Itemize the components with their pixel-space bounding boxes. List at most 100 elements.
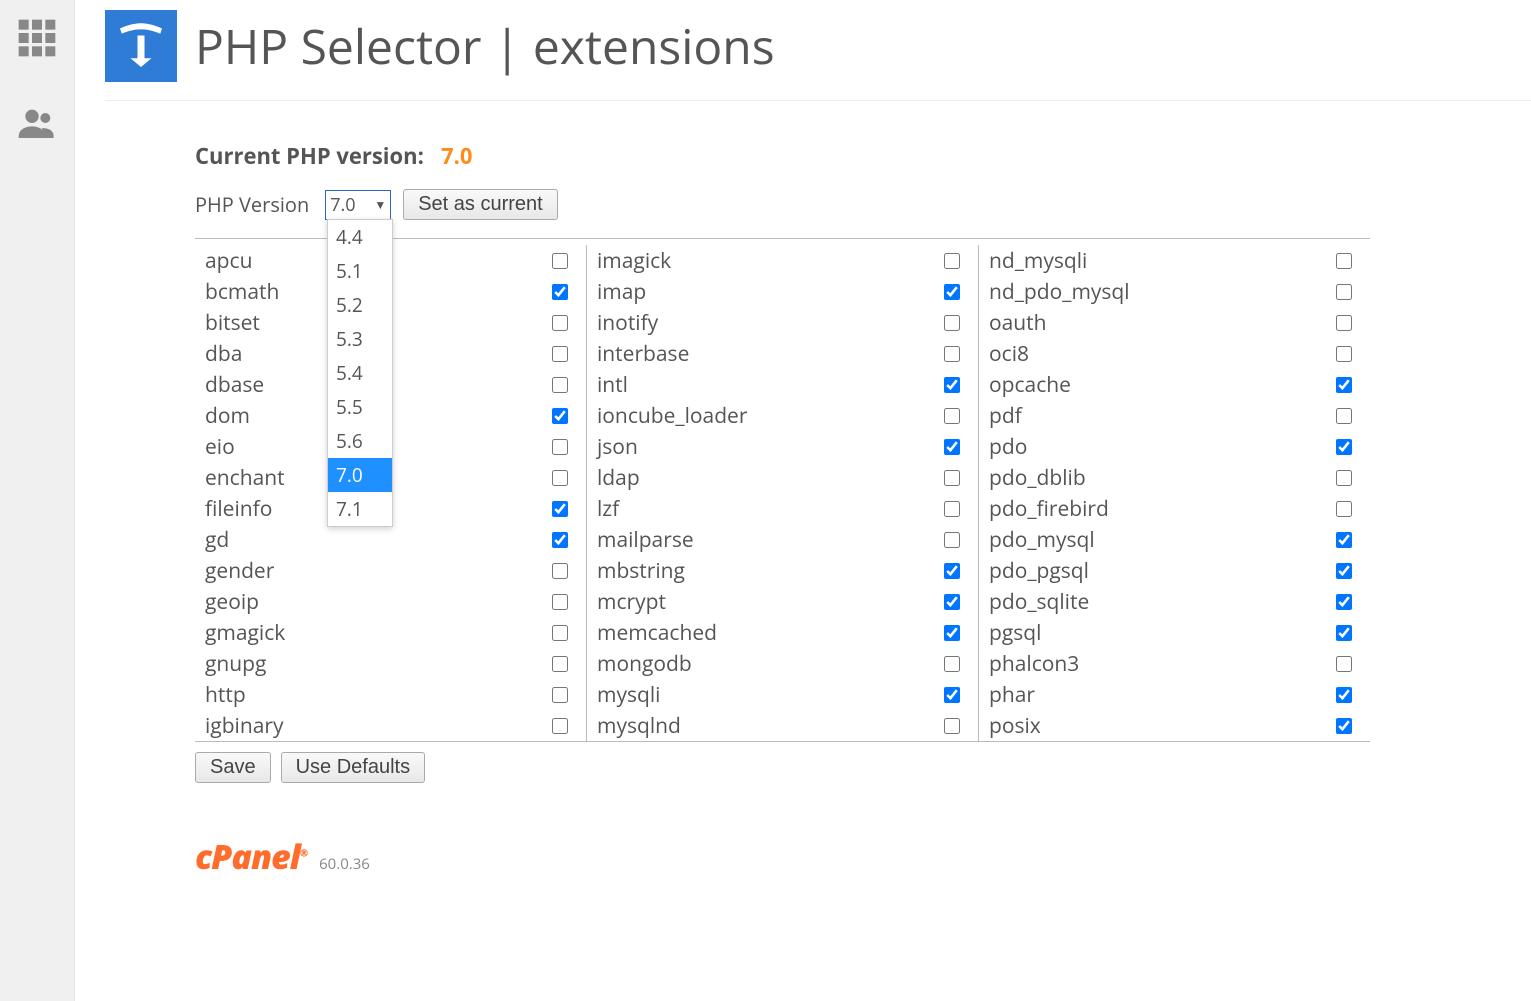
extension-checkbox[interactable] [944,439,960,455]
extension-checkbox[interactable] [944,253,960,269]
extension-checkbox[interactable] [944,346,960,362]
extension-checkbox[interactable] [552,346,568,362]
extension-checkbox[interactable] [1336,408,1352,424]
extension-checkbox[interactable] [944,625,960,641]
extension-checkbox[interactable] [944,718,960,734]
extension-checkbox[interactable] [944,501,960,517]
page-title: PHP Selector | extensions [195,14,775,79]
extension-name: mcrypt [597,588,666,616]
extension-checkbox[interactable] [1336,625,1352,641]
extension-checkbox[interactable] [1336,656,1352,672]
extension-row: interbase [587,338,978,369]
extension-name: interbase [597,340,689,368]
extension-name: pdo_dblib [989,464,1086,492]
extension-row: pdo_mysql [979,524,1370,555]
extension-name: memcached [597,619,717,647]
extension-checkbox[interactable] [944,656,960,672]
extension-checkbox[interactable] [944,470,960,486]
extension-checkbox[interactable] [1336,253,1352,269]
extension-name: http [205,681,246,709]
php-version-option[interactable]: 7.0 [328,458,392,492]
extension-checkbox[interactable] [1336,346,1352,362]
extension-checkbox[interactable] [552,656,568,672]
extensions-col-2: imagickimapinotifyinterbaseintlioncube_l… [587,245,979,741]
php-version-select[interactable]: 7.0 ▼ [325,190,391,220]
extension-checkbox[interactable] [944,284,960,300]
php-selector-icon: PHP [105,10,177,82]
extension-checkbox[interactable] [552,532,568,548]
extension-checkbox[interactable] [944,377,960,393]
extension-checkbox[interactable] [552,408,568,424]
extension-checkbox[interactable] [552,563,568,579]
extension-row: mysqli [587,679,978,710]
php-version-option[interactable]: 5.5 [328,390,392,424]
extension-checkbox[interactable] [1336,532,1352,548]
extension-checkbox[interactable] [552,687,568,703]
extension-name: dom [205,402,250,430]
php-version-option[interactable]: 4.4 [328,220,392,254]
extension-checkbox[interactable] [1336,501,1352,517]
extension-name: nd_pdo_mysql [989,278,1130,306]
extension-checkbox[interactable] [552,377,568,393]
php-version-option[interactable]: 7.1 [328,492,392,526]
set-as-current-button[interactable]: Set as current [403,189,558,220]
extension-checkbox[interactable] [1336,594,1352,610]
extension-checkbox[interactable] [1336,284,1352,300]
extension-name: ldap [597,464,640,492]
php-version-option[interactable]: 5.4 [328,356,392,390]
extension-name: mongodb [597,650,692,678]
extension-name: inotify [597,309,658,337]
main-content: PHP PHP Selector | extensions Current PH… [75,0,1531,1001]
extension-row: mcrypt [587,586,978,617]
extension-checkbox[interactable] [552,439,568,455]
php-version-option[interactable]: 5.6 [328,424,392,458]
php-version-option[interactable]: 5.2 [328,288,392,322]
extension-checkbox[interactable] [552,625,568,641]
page-header: PHP PHP Selector | extensions [105,0,1531,101]
extension-checkbox[interactable] [944,563,960,579]
extension-row: pdo [979,431,1370,462]
extension-checkbox[interactable] [552,718,568,734]
extension-row: memcached [587,617,978,648]
extension-checkbox[interactable] [1336,470,1352,486]
extension-name: json [597,433,638,461]
extension-name: imagick [597,247,671,275]
extension-checkbox[interactable] [1336,718,1352,734]
php-version-option[interactable]: 5.3 [328,322,392,356]
extension-checkbox[interactable] [552,470,568,486]
extension-checkbox[interactable] [1336,377,1352,393]
extension-checkbox[interactable] [944,532,960,548]
extension-checkbox[interactable] [944,687,960,703]
extension-row: json [587,431,978,462]
extension-row: igbinary [195,710,586,741]
extension-checkbox[interactable] [1336,439,1352,455]
extension-name: bcmath [205,278,279,306]
users-icon[interactable] [17,103,57,148]
extension-checkbox[interactable] [552,594,568,610]
extension-checkbox[interactable] [944,594,960,610]
extension-checkbox[interactable] [1336,563,1352,579]
extension-checkbox[interactable] [552,315,568,331]
php-version-option[interactable]: 5.1 [328,254,392,288]
php-version-dropdown[interactable]: 4.45.15.25.35.45.55.67.07.1 [327,219,393,527]
extension-checkbox[interactable] [552,253,568,269]
extension-checkbox[interactable] [1336,687,1352,703]
extension-name: oauth [989,309,1047,337]
extension-row: phar [979,679,1370,710]
extension-row: nd_pdo_mysql [979,276,1370,307]
save-button[interactable]: Save [195,752,271,783]
extension-name: ioncube_loader [597,402,747,430]
extension-checkbox[interactable] [944,408,960,424]
extension-name: mysqlnd [597,712,681,740]
extension-checkbox[interactable] [552,501,568,517]
extension-checkbox[interactable] [1336,315,1352,331]
extension-row: gnupg [195,648,586,679]
extension-checkbox[interactable] [552,284,568,300]
use-defaults-button[interactable]: Use Defaults [281,752,426,783]
extension-checkbox[interactable] [944,315,960,331]
apps-grid-icon[interactable] [17,18,57,63]
extension-name: oci8 [989,340,1029,368]
extension-row: posix [979,710,1370,741]
extension-name: mbstring [597,557,685,585]
extension-name: nd_mysqli [989,247,1087,275]
